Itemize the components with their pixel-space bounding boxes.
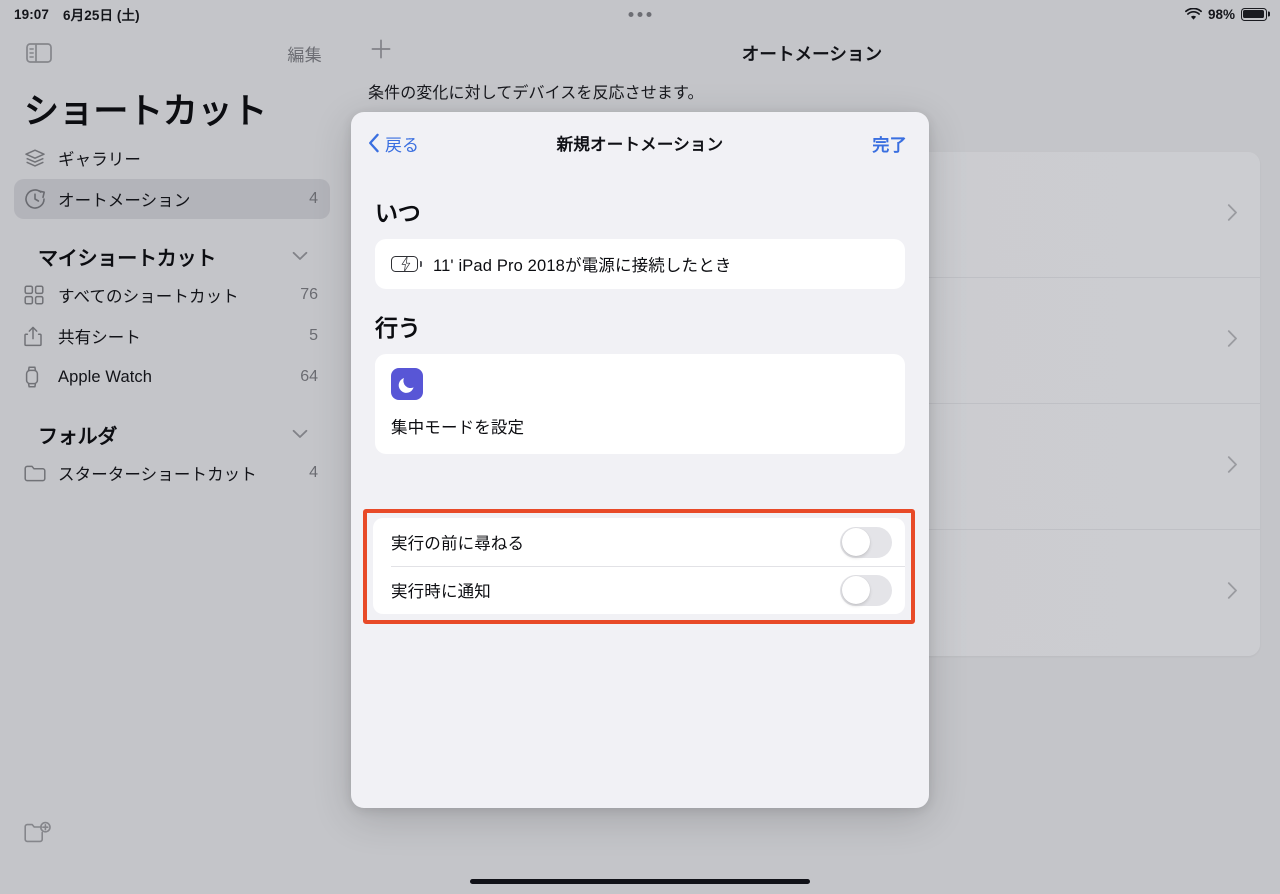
bolt-glyph	[401, 256, 411, 272]
sidebar-item-count: 76	[300, 286, 318, 303]
folder-icon	[24, 464, 54, 482]
grid-icon	[24, 285, 54, 305]
sidebar-item-label: オートメーション	[58, 192, 191, 210]
sidebar-item-count: 4	[309, 190, 318, 207]
option-row-ask-before-running[interactable]: 実行の前に尋ねる	[373, 518, 905, 566]
chevron-right-icon	[1227, 329, 1238, 352]
detail-subtitle: 条件の変化に対してデバイスを反応させます。	[368, 85, 704, 102]
sheet-header: 戻る 新規オートメーション 完了	[351, 112, 929, 174]
action-label: 集中モードを設定	[391, 419, 525, 437]
new-folder-icon[interactable]	[24, 821, 52, 849]
when-heading: いつ	[375, 200, 421, 226]
sidebar-item-label: Apple Watch	[58, 367, 153, 386]
chevron-right-icon	[1227, 455, 1238, 478]
sheet-title: 新規オートメーション	[556, 136, 724, 154]
sidebar-item-count: 64	[300, 368, 318, 385]
option-label: 実行の前に尋ねる	[391, 535, 525, 553]
chevron-right-icon	[1227, 203, 1238, 226]
chevron-down-icon[interactable]	[292, 251, 308, 261]
ask-before-running-toggle[interactable]	[840, 526, 892, 558]
sidebar-item-label: ギャラリー	[58, 151, 141, 169]
chevron-right-icon	[1227, 582, 1238, 605]
gallery-icon	[24, 148, 54, 168]
trigger-row[interactable]: 11' iPad Pro 2018が電源に接続したとき	[375, 239, 905, 289]
detail-title: オートメーション	[741, 44, 883, 64]
edit-button[interactable]: 編集	[287, 41, 322, 66]
sidebar-item-apple-watch[interactable]: Apple Watch 64	[14, 357, 330, 397]
option-label: 実行時に通知	[391, 583, 491, 601]
sidebar-section-title: マイショートカット	[38, 247, 217, 270]
sidebar-item-count: 5	[309, 327, 318, 344]
sidebar-item-gallery[interactable]: ギャラリー	[14, 138, 330, 178]
trigger-text: 11' iPad Pro 2018が電源に接続したとき	[433, 257, 732, 275]
sidebar-item-share-sheet[interactable]: 共有シート 5	[14, 316, 330, 356]
sidebar-item-automation[interactable]: オートメーション 4	[14, 179, 330, 219]
watch-icon	[24, 366, 54, 388]
do-heading: 行う	[375, 315, 421, 341]
toggle-knob	[841, 576, 870, 604]
sidebar-nav-list: ギャラリー オートメーション 4 マイショートカット すべてのショートカット 7…	[0, 138, 344, 494]
option-row-notify-when-run[interactable]: 実行時に通知	[373, 566, 905, 614]
sidebar: 編集 ショートカット ギャラリー オートメーション 4 マイショートカット すべ…	[0, 0, 344, 894]
chevron-down-icon[interactable]	[292, 429, 308, 439]
focus-moon-icon	[391, 368, 423, 400]
toggle-knob	[841, 528, 870, 556]
home-indicator	[470, 879, 810, 884]
sidebar-item-starter-shortcuts[interactable]: スターターショートカット 4	[14, 453, 330, 493]
action-row[interactable]: 集中モードを設定	[375, 354, 905, 454]
sidebar-topbar: 編集	[0, 32, 344, 74]
sidebar-item-all-shortcuts[interactable]: すべてのショートカット 76	[14, 275, 330, 315]
battery-tip	[419, 261, 422, 267]
share-icon	[24, 326, 54, 347]
page-title: ショートカット	[24, 92, 267, 131]
sidebar-item-label: スターターショートカット	[58, 466, 257, 484]
options-toggle-card: 実行の前に尋ねる 実行時に通知	[373, 518, 905, 614]
sidebar-item-label: すべてのショートカット	[58, 288, 239, 306]
sidebar-toggle-icon[interactable]	[26, 43, 52, 63]
automation-clock-icon	[24, 188, 54, 210]
ipad-screen: 19:07 6月25日 (土) 98% 編集 ショートカット ギャラリー オート…	[0, 0, 1280, 894]
done-button[interactable]: 完了	[872, 131, 907, 156]
detail-topbar: オートメーション 条件の変化に対してデバイスを反応させます。	[344, 0, 1280, 102]
sidebar-section-title: フォルダ	[38, 425, 118, 448]
sidebar-item-count: 4	[309, 464, 318, 481]
notify-when-run-toggle[interactable]	[840, 574, 892, 606]
sidebar-section-my-shortcuts[interactable]: マイショートカット	[14, 237, 330, 275]
new-automation-sheet: 戻る 新規オートメーション 完了 いつ 11' iPad Pro 2018が電源…	[351, 112, 929, 808]
sidebar-section-folders[interactable]: フォルダ	[14, 415, 330, 453]
sidebar-item-label: 共有シート	[58, 329, 141, 347]
battery-charging-icon	[391, 256, 422, 272]
